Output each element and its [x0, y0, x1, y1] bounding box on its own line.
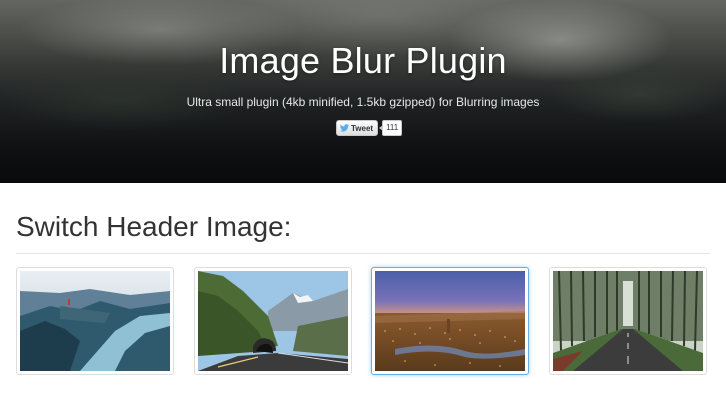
page-subtitle: Ultra small plugin (4kb minified, 1.5kb …: [186, 95, 540, 109]
thumbnail-city-sunset[interactable]: [371, 267, 529, 375]
section-divider: [16, 253, 710, 254]
header-hero: Image Blur Plugin Ultra small plugin (4k…: [0, 0, 726, 183]
thumbnail-fjord[interactable]: [16, 267, 174, 375]
fjord-image: [20, 271, 170, 371]
section-heading: Switch Header Image:: [16, 211, 292, 242]
twitter-bird-icon: [340, 124, 349, 132]
thumbnail-mountain-road[interactable]: [194, 267, 352, 375]
city-sunset-image: [375, 271, 525, 371]
hero-overlay: [0, 0, 726, 183]
tweet-count-badge[interactable]: 111: [379, 120, 403, 136]
mountain-road-image: [198, 271, 348, 371]
tweet-button[interactable]: Tweet: [336, 120, 379, 136]
page-title: Image Blur Plugin: [219, 40, 507, 81]
tweet-widget: Tweet 111: [336, 120, 403, 136]
thumbnail-tree-road[interactable]: [549, 267, 707, 375]
tree-road-image: [553, 271, 703, 371]
tweet-button-label: Tweet: [351, 123, 374, 133]
